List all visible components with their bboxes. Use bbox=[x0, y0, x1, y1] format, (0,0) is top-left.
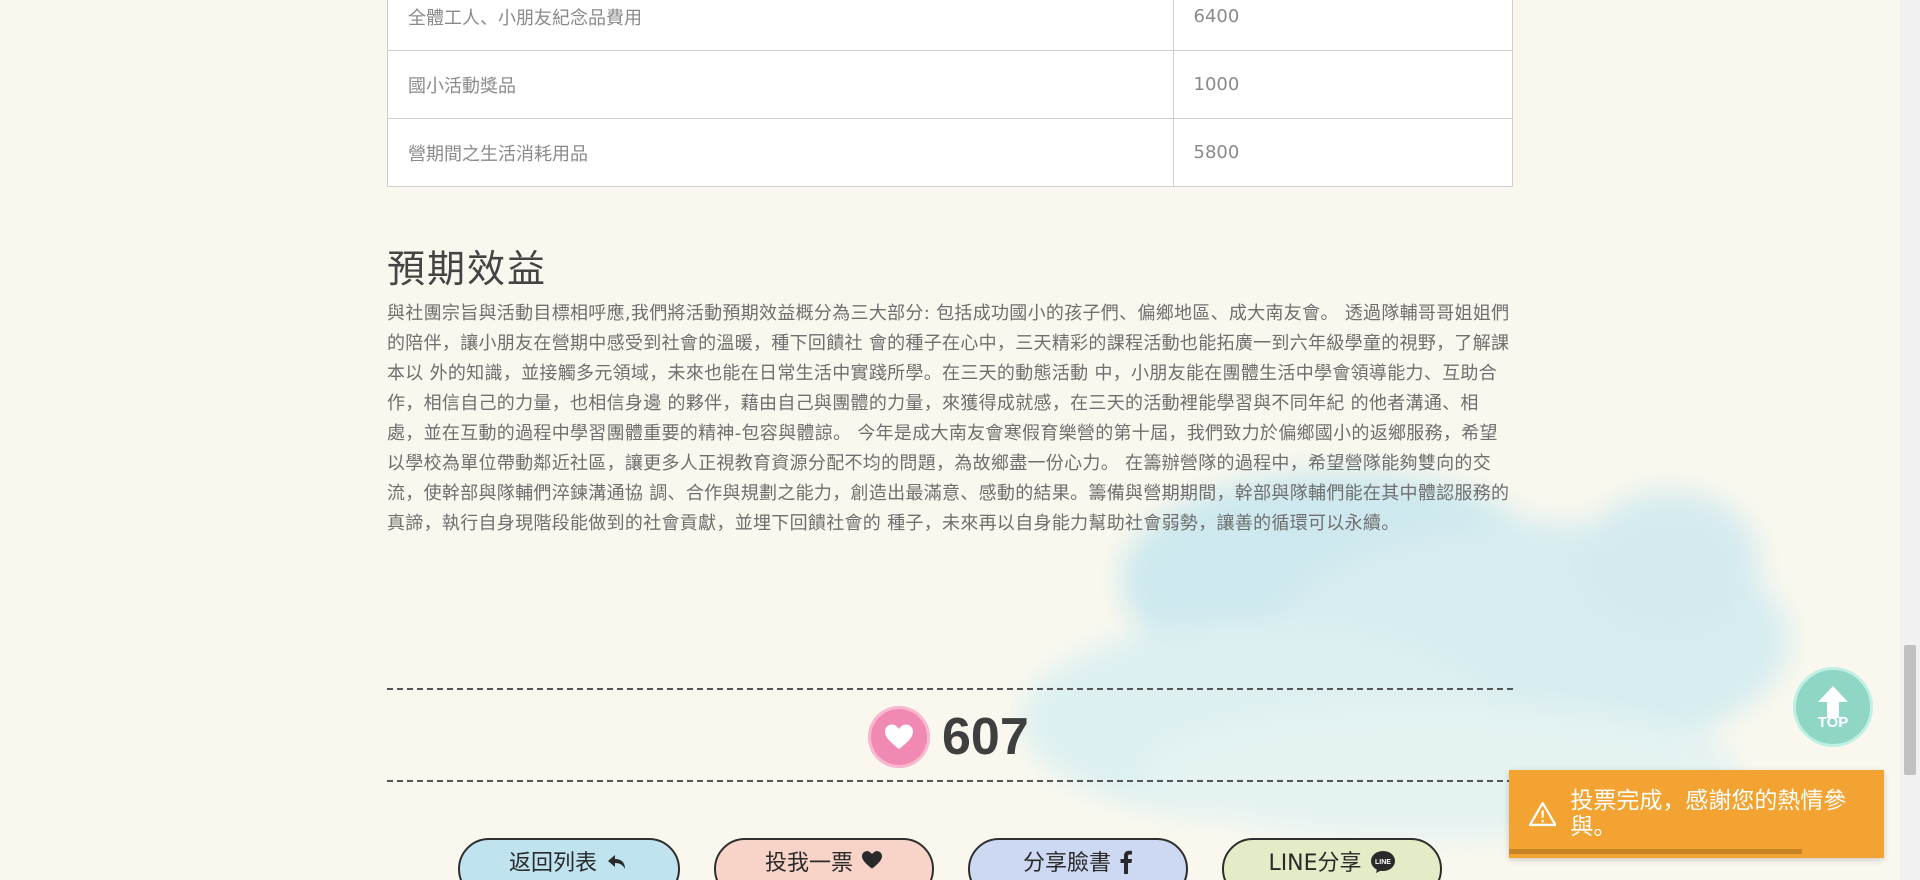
scrollbar[interactable] bbox=[1900, 0, 1920, 880]
budget-amount: 1000 bbox=[1172, 50, 1514, 119]
heart-icon[interactable] bbox=[868, 706, 930, 768]
budget-table: 全體工人、小朋友紀念品費用 6400 國小活動獎品 1000 營期間之生活消耗用… bbox=[387, 0, 1514, 187]
facebook-icon bbox=[1120, 850, 1132, 874]
budget-amount: 6400 bbox=[1172, 0, 1514, 51]
back-to-list-button[interactable]: 返回列表 bbox=[458, 838, 680, 880]
toast-message: 投票完成，感謝您的熱情參與。 bbox=[1570, 788, 1847, 840]
share-facebook-button[interactable]: 分享臉書 bbox=[968, 838, 1188, 880]
budget-item: 營期間之生活消耗用品 bbox=[387, 118, 1174, 187]
section-title: 預期效益 bbox=[387, 247, 548, 291]
scrollbar-thumb[interactable] bbox=[1904, 645, 1916, 775]
divider-top bbox=[387, 688, 1513, 690]
warning-icon bbox=[1529, 801, 1557, 827]
vote-count: 607 bbox=[942, 708, 1029, 766]
vote-counter: 607 bbox=[868, 706, 1029, 768]
share-facebook-label: 分享臉書 bbox=[1022, 851, 1111, 876]
share-line-button[interactable]: LINE分享 LINE bbox=[1222, 838, 1442, 880]
divider-bottom bbox=[387, 780, 1513, 782]
vote-button[interactable]: 投我一票 bbox=[714, 838, 934, 880]
heart-icon bbox=[862, 851, 882, 869]
share-line-label: LINE分享 bbox=[1268, 851, 1362, 876]
budget-amount: 5800 bbox=[1172, 118, 1514, 187]
budget-item: 國小活動獎品 bbox=[387, 50, 1174, 119]
table-row: 國小活動獎品 1000 bbox=[387, 50, 1514, 119]
back-to-list-label: 返回列表 bbox=[508, 851, 597, 876]
toast-notification[interactable]: 投票完成，感謝您的熱情參與。 bbox=[1509, 770, 1884, 858]
page: 全體工人、小朋友紀念品費用 6400 國小活動獎品 1000 營期間之生活消耗用… bbox=[0, 0, 1920, 880]
table-row: 營期間之生活消耗用品 5800 bbox=[387, 118, 1514, 187]
top-label: TOP bbox=[1817, 713, 1849, 731]
return-arrow-icon bbox=[608, 855, 625, 869]
back-to-top-button[interactable]: TOP bbox=[1793, 667, 1873, 747]
table-row: 全體工人、小朋友紀念品費用 6400 bbox=[387, 0, 1514, 51]
section-body: 與社團宗旨與活動目標相呼應,我們將活動預期效益概分為三大部分: 包括成功國小的孩… bbox=[387, 303, 1510, 534]
line-icon-text: LINE bbox=[1375, 859, 1391, 866]
budget-item: 全體工人、小朋友紀念品費用 bbox=[387, 0, 1174, 51]
vote-button-label: 投我一票 bbox=[764, 851, 853, 876]
line-icon: LINE bbox=[1370, 851, 1395, 873]
toast-progress-bar bbox=[1509, 849, 1802, 854]
